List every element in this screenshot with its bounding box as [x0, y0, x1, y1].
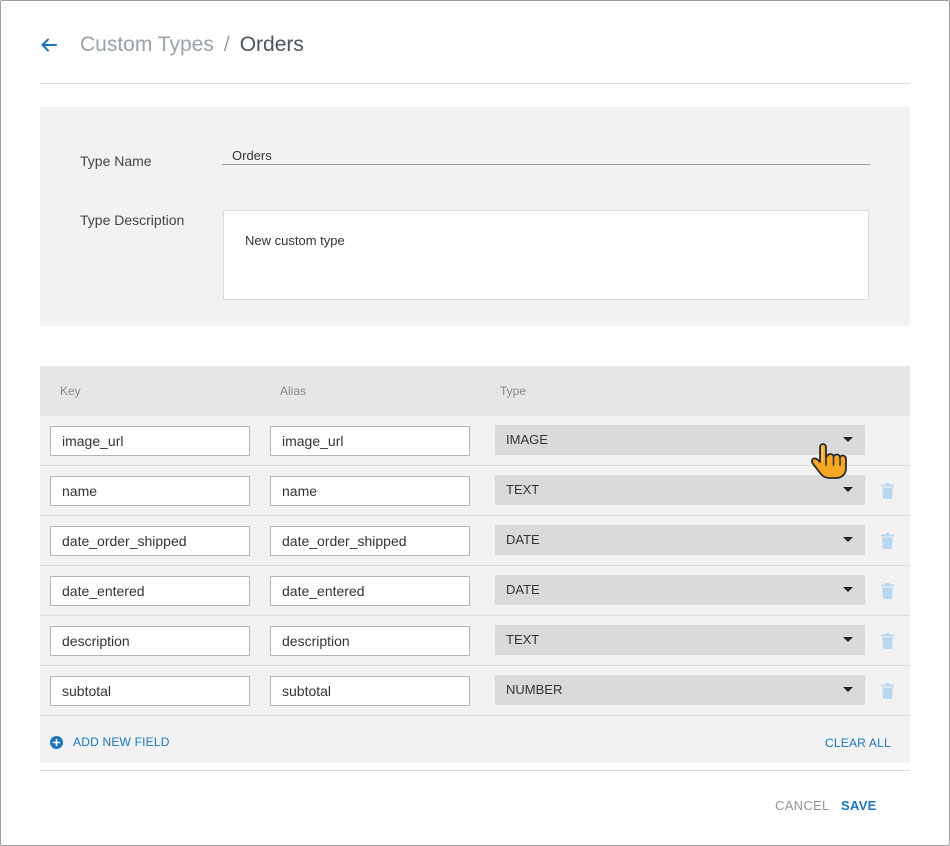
- key-input[interactable]: [50, 626, 250, 656]
- save-button[interactable]: SAVE: [841, 798, 877, 813]
- alias-input[interactable]: [270, 576, 470, 606]
- trash-icon[interactable]: [881, 633, 894, 649]
- caret-down-icon: [843, 637, 853, 642]
- trash-icon[interactable]: [881, 533, 894, 549]
- add-new-field-button[interactable]: ADD NEW FIELD: [50, 735, 170, 749]
- add-new-field-label: ADD NEW FIELD: [73, 735, 170, 749]
- key-input[interactable]: [50, 676, 250, 706]
- alias-input[interactable]: [270, 626, 470, 656]
- plus-circle-icon: [50, 735, 63, 749]
- key-input[interactable]: [50, 426, 250, 456]
- alias-input[interactable]: [270, 526, 470, 556]
- key-input[interactable]: [50, 476, 250, 506]
- type-select[interactable]: IMAGE: [495, 425, 865, 455]
- breadcrumb-separator: /: [223, 33, 230, 56]
- alias-input[interactable]: [270, 426, 470, 456]
- table-row: IMAGE: [40, 416, 910, 466]
- column-header-alias: Alias: [280, 384, 307, 398]
- column-header-type: Type: [500, 384, 527, 398]
- column-header-key: Key: [60, 384, 81, 398]
- caret-down-icon: [843, 537, 853, 542]
- trash-icon[interactable]: [881, 483, 894, 499]
- table-row: TEXT: [40, 616, 910, 666]
- type-select[interactable]: TEXT: [495, 475, 865, 505]
- cancel-button[interactable]: CANCEL: [775, 798, 830, 813]
- page-title: Orders: [239, 33, 304, 56]
- type-select[interactable]: DATE: [495, 525, 865, 555]
- type-select[interactable]: DATE: [495, 575, 865, 605]
- table-header: Key Alias Type: [40, 366, 910, 416]
- arrow-left-icon[interactable]: [40, 36, 58, 54]
- table-row: DATE: [40, 516, 910, 566]
- type-name-label: Type Name: [80, 153, 152, 169]
- type-select-value: DATE: [506, 532, 540, 547]
- breadcrumb-parent-link[interactable]: Custom Types: [80, 33, 214, 57]
- type-details-panel: Type Name Type Description New custom ty…: [40, 107, 910, 326]
- alias-input[interactable]: [270, 476, 470, 506]
- type-description-input[interactable]: New custom type: [223, 210, 869, 300]
- type-select[interactable]: NUMBER: [495, 675, 865, 705]
- type-select-value: TEXT: [506, 632, 540, 647]
- caret-down-icon: [843, 487, 853, 492]
- type-select[interactable]: TEXT: [495, 625, 865, 655]
- clear-all-button[interactable]: CLEAR ALL: [825, 736, 891, 750]
- caret-down-icon: [843, 587, 853, 592]
- caret-down-icon: [843, 687, 853, 692]
- type-select-value: TEXT: [506, 482, 540, 497]
- footer-divider: [40, 770, 910, 771]
- breadcrumb: Custom Types / Orders: [40, 28, 304, 62]
- type-description-label: Type Description: [80, 212, 185, 228]
- type-select-value: NUMBER: [506, 682, 563, 697]
- key-input[interactable]: [50, 576, 250, 606]
- header-divider: [40, 83, 910, 84]
- trash-icon[interactable]: [881, 583, 894, 599]
- type-select-value: DATE: [506, 582, 540, 597]
- table-row: DATE: [40, 566, 910, 616]
- alias-input[interactable]: [270, 676, 470, 706]
- table-row: TEXT: [40, 466, 910, 516]
- type-name-input[interactable]: [222, 147, 870, 165]
- key-input[interactable]: [50, 526, 250, 556]
- caret-down-icon: [843, 437, 853, 442]
- table-row: NUMBER: [40, 666, 910, 716]
- trash-icon[interactable]: [881, 683, 894, 699]
- type-select-value: IMAGE: [506, 432, 548, 447]
- fields-table: Key Alias Type IMAGE TEXT DATE DATE TEXT NUMB…: [40, 366, 910, 763]
